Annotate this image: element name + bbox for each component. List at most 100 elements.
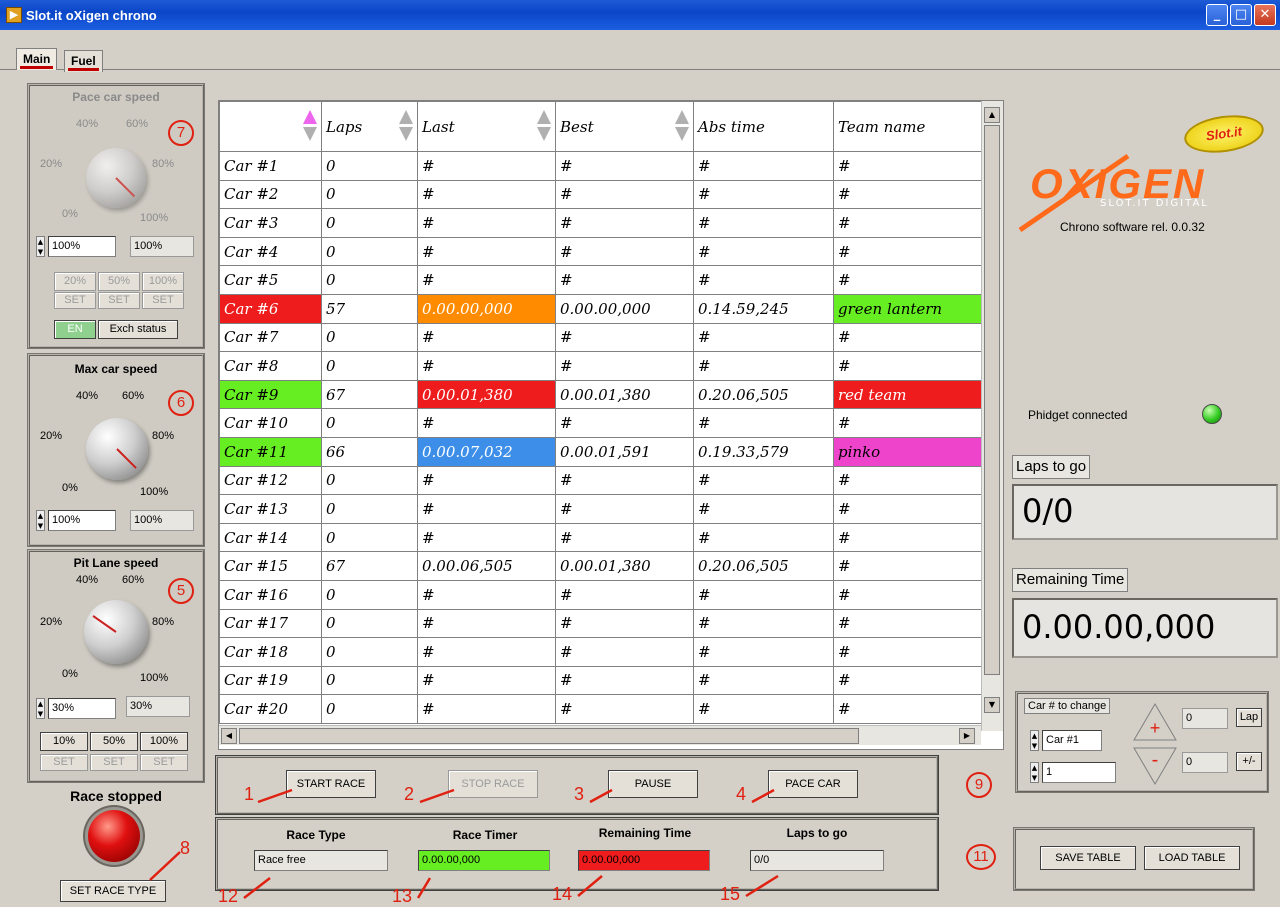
team-name-cell: #	[833, 608, 982, 639]
pace-set-100-button[interactable]: SET	[142, 292, 184, 309]
table-row[interactable]: Car #4 0 # # # #	[219, 236, 982, 267]
car-cell: Car #8	[219, 351, 322, 381]
marker-7: 7	[168, 120, 194, 146]
abs-time-cell: #	[693, 351, 834, 381]
scroll-thumb[interactable]	[984, 125, 1000, 675]
pace-car-knob[interactable]	[86, 148, 146, 208]
pace-preset-100-button[interactable]: 100%	[142, 272, 184, 291]
car-select-input[interactable]: Car #1	[1042, 730, 1102, 751]
info-marker-arrows	[243, 874, 779, 899]
car-cell: Car #9	[219, 379, 322, 410]
abs-time-cell: #	[693, 236, 834, 267]
col-header-abs-time[interactable]: Abs time	[693, 101, 834, 152]
pace-needle	[115, 177, 136, 198]
abs-time-cell: #	[693, 465, 834, 496]
pace-spin[interactable]: ▲ ▼	[36, 236, 45, 257]
pace-set-50-button[interactable]: SET	[98, 292, 140, 309]
table-row[interactable]: Car #5 0 # # # #	[219, 265, 982, 295]
team-name-cell: #	[833, 179, 982, 210]
table-row[interactable]: Car #19 0 # # # #	[219, 665, 982, 696]
lap-adjust-value[interactable]: 0	[1182, 708, 1228, 729]
table-row[interactable]: Car #18 0 # # # #	[219, 637, 982, 667]
save-table-button[interactable]: SAVE TABLE	[1040, 846, 1136, 870]
table-row[interactable]: Car #6 57 0.00.00,000 0.00.00,000 0.14.59,24…	[219, 293, 982, 324]
plusminus-value[interactable]: 0	[1182, 752, 1228, 773]
table-row[interactable]: Car #15 67 0.00.06,505 0.00.01,380 0.20.06,5…	[219, 551, 982, 581]
car-select-spin[interactable]: ▲ ▼	[1030, 730, 1039, 751]
table-row[interactable]: Car #16 0 # # # #	[219, 579, 982, 610]
lap-adjust-button[interactable]: Lap	[1236, 708, 1262, 727]
table-row[interactable]: Car #14 0 # # # #	[219, 522, 982, 553]
scroll-left-icon[interactable]: ◀	[221, 728, 237, 744]
sort-icon[interactable]	[675, 110, 689, 144]
table-vertical-scrollbar[interactable]: ▲ ▼	[981, 101, 1003, 731]
abs-time-cell: 0.20.06,505	[693, 551, 834, 581]
max-car-knob[interactable]	[86, 418, 148, 480]
table-row[interactable]: Car #9 67 0.00.01,380 0.00.01,380 0.20.06,50…	[219, 379, 982, 410]
sort-icon[interactable]	[399, 110, 413, 144]
pit-set-50-button[interactable]: SET	[90, 754, 138, 771]
car-number-spin[interactable]: ▲ ▼	[1030, 762, 1039, 783]
maximize-icon[interactable]: □	[1230, 4, 1252, 26]
table-row[interactable]: Car #20 0 # # # #	[219, 694, 982, 724]
scroll-up-icon[interactable]: ▲	[984, 107, 1000, 123]
sort-icon[interactable]	[303, 110, 317, 144]
laps-cell: 0	[321, 408, 418, 438]
pit-lane-value-input[interactable]: 30%	[48, 698, 116, 719]
table-row[interactable]: Car #10 0 # # # #	[219, 408, 982, 438]
scroll-down-icon[interactable]: ▼	[984, 697, 1000, 713]
load-table-button[interactable]: LOAD TABLE	[1144, 846, 1240, 870]
pit-preset-100-button[interactable]: 100%	[140, 732, 188, 751]
decrement-icon[interactable]: -	[1132, 746, 1178, 786]
table-row[interactable]: Car #2 0 # # # #	[219, 179, 982, 210]
hscroll-thumb[interactable]	[239, 728, 859, 744]
col-header-last[interactable]: Last	[417, 101, 556, 152]
minimize-icon[interactable]: _	[1206, 4, 1228, 26]
pace-set-20-button[interactable]: SET	[54, 292, 96, 309]
pit-lane-title: Pit Lane speed	[73, 556, 159, 570]
col-header-laps[interactable]: Laps	[321, 101, 418, 152]
table-row[interactable]: Car #12 0 # # # #	[219, 465, 982, 496]
pace-preset-50-button[interactable]: 50%	[98, 272, 140, 291]
table-row[interactable]: Car #13 0 # # # #	[219, 494, 982, 524]
window-title: Slot.it oXigen chrono	[26, 8, 157, 23]
table-row[interactable]: Car #8 0 # # # #	[219, 351, 982, 381]
laps-cell: 66	[321, 436, 418, 467]
col-header-best[interactable]: Best	[555, 101, 694, 152]
pit-preset-10-button[interactable]: 10%	[40, 732, 88, 751]
max-car-value-input[interactable]: 100%	[48, 510, 116, 531]
phidget-led-icon	[1202, 404, 1222, 424]
col-header-car[interactable]	[219, 101, 322, 152]
pace-car-value-input[interactable]: 100%	[48, 236, 116, 257]
pit-lane-knob[interactable]	[84, 600, 148, 664]
pit-scale-80: 80%	[152, 616, 175, 628]
col-header-team-name[interactable]: Team name	[833, 101, 982, 152]
tab-main[interactable]: Main	[16, 48, 58, 70]
sort-icon[interactable]	[537, 110, 551, 144]
table-row[interactable]: Car #1 0 # # # #	[219, 151, 982, 181]
pace-car-title: Pace car speed	[72, 90, 160, 104]
car-number-input[interactable]: 1	[1042, 762, 1116, 783]
table-row[interactable]: Car #3 0 # # # #	[219, 208, 982, 238]
plusminus-button[interactable]: +/-	[1236, 752, 1262, 771]
tab-fuel[interactable]: Fuel	[64, 50, 103, 72]
pit-spin[interactable]: ▲ ▼	[36, 698, 45, 719]
table-row[interactable]: Car #17 0 # # # #	[219, 608, 982, 639]
pit-preset-50-button[interactable]: 50%	[90, 732, 138, 751]
table-row[interactable]: Car #7 0 # # # #	[219, 322, 982, 353]
table-horizontal-scrollbar[interactable]: ◀ ▶	[219, 725, 981, 745]
close-icon[interactable]: ✕	[1254, 4, 1276, 26]
pace-scale-80: 80%	[152, 158, 175, 170]
increment-icon[interactable]: +	[1132, 702, 1178, 742]
laps-cell: 0	[321, 322, 418, 353]
best-lap-cell: #	[555, 465, 694, 496]
pit-set-10-button[interactable]: SET	[40, 754, 88, 771]
scroll-right-icon[interactable]: ▶	[959, 728, 975, 744]
exch-status-button[interactable]: Exch status	[98, 320, 178, 339]
laps-to-go-label: Laps to go	[786, 826, 848, 840]
table-row[interactable]: Car #11 66 0.00.07,032 0.00.01,591 0.19.33,5…	[219, 436, 982, 467]
pit-set-100-button[interactable]: SET	[140, 754, 188, 771]
pace-preset-20-button[interactable]: 20%	[54, 272, 96, 291]
max-spin[interactable]: ▲ ▼	[36, 510, 45, 531]
pace-enable-toggle[interactable]: EN	[54, 320, 96, 339]
